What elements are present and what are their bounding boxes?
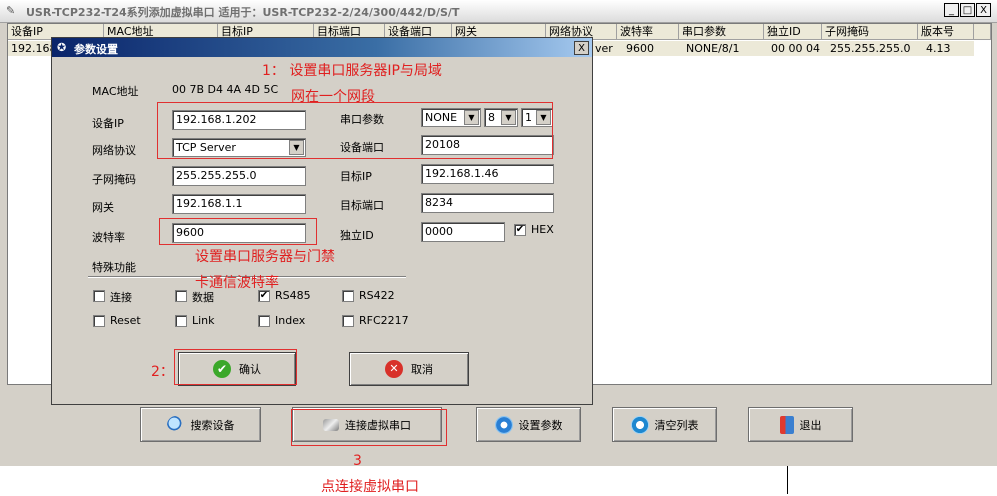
settings-icon: ✪ [57, 41, 67, 54]
rfc2217-checkbox[interactable] [342, 315, 354, 327]
independent-id-label: 独立ID [340, 229, 374, 242]
gateway-label: 网关 [92, 201, 114, 214]
device-ip-label: 设备IP [92, 117, 124, 130]
link-checkbox[interactable] [175, 315, 187, 327]
connect-checkbox-label: 连接 [110, 291, 132, 304]
cancel-circle-icon: ✕ [385, 360, 403, 378]
cancel-label: 取消 [411, 363, 433, 376]
subnet-mask-label: 子网掩码 [92, 173, 136, 186]
search-devices-label: 搜索设备 [190, 418, 235, 432]
annotation-note-1: 1： 设置串口服务器IP与局域 [262, 63, 442, 79]
search-icon [166, 415, 185, 434]
annotation-note-2: 2： [151, 364, 174, 380]
rfc2217-checkbox-label: RFC2217 [359, 314, 409, 327]
column-header-id[interactable]: 独立ID [764, 24, 822, 40]
protocol-label: 网络协议 [92, 144, 136, 157]
column-header-serial[interactable]: 串口参数 [679, 24, 764, 40]
reset-checkbox[interactable] [93, 315, 105, 327]
app-icon: ✎ [6, 4, 16, 17]
annotation-box-connect [291, 409, 447, 446]
annotation-note-baud: 设置串口服务器与门禁 [195, 249, 335, 265]
subnet-mask-field[interactable]: 255.255.255.0 [172, 166, 306, 186]
dialog-close-button[interactable]: X [574, 41, 589, 55]
column-header-baud[interactable]: 波特率 [617, 24, 679, 40]
reset-checkbox-label: Reset [110, 314, 141, 327]
dialog-title: 参数设置 [74, 43, 118, 56]
index-checkbox[interactable] [258, 315, 270, 327]
refresh-icon [630, 415, 649, 434]
divider [787, 466, 788, 494]
annotation-note-baud-cont: 卡通信波特率 [195, 275, 279, 291]
clear-list-button[interactable]: 清空列表 [612, 407, 717, 442]
hex-checkbox[interactable]: ✔ [514, 224, 526, 236]
close-button[interactable]: X [976, 3, 991, 17]
window-title: USR-TCP232-T24系列添加虚拟串口 适用于：USR-TCP232-2/… [26, 6, 460, 19]
title-bar[interactable]: ✎ USR-TCP232-T24系列添加虚拟串口 适用于：USR-TCP232-… [0, 0, 997, 23]
set-parameters-button[interactable]: 设置参数 [476, 407, 581, 442]
cancel-button[interactable]: ✕ 取消 [349, 352, 469, 386]
row-serial: NONE/8/1 [686, 42, 740, 55]
column-header-mask[interactable]: 子网掩码 [822, 24, 918, 40]
row-mask: 255.255.255.0 [830, 42, 911, 55]
search-devices-button[interactable]: 搜索设备 [140, 407, 261, 442]
rs485-checkbox-label: RS485 [275, 289, 311, 302]
annotation-note-1-cont: 网在一个网段 [291, 89, 375, 105]
annotation-note-3: 3 [353, 453, 362, 469]
column-header-version[interactable]: 版本号 [918, 24, 974, 40]
link-checkbox-label: Link [192, 314, 215, 327]
hex-label: HEX [531, 223, 554, 236]
index-checkbox-label: Index [275, 314, 306, 327]
independent-id-field[interactable]: 0000 [421, 222, 505, 242]
mac-value: 00 7B D4 4A 4D 5C [172, 83, 279, 96]
rs422-checkbox-label: RS422 [359, 289, 395, 302]
minimize-button[interactable]: _ [944, 3, 959, 17]
rs422-checkbox[interactable] [342, 290, 354, 302]
connect-checkbox[interactable] [93, 290, 105, 302]
column-header-filler [974, 24, 991, 40]
special-functions-label: 特殊功能 [92, 261, 136, 274]
annotation-box-baud [159, 218, 317, 245]
exit-door-icon [779, 415, 794, 434]
target-port-label: 目标端口 [340, 199, 384, 212]
mac-label: MAC地址 [92, 85, 139, 98]
row-id: 00 00 04 [771, 42, 820, 55]
exit-label: 退出 [799, 418, 822, 432]
target-ip-field[interactable]: 192.168.1.46 [421, 164, 554, 184]
exit-button[interactable]: 退出 [748, 407, 853, 442]
dialog-title-bar[interactable]: ✪ 参数设置 X [52, 38, 592, 57]
clear-list-label: 清空列表 [654, 418, 699, 432]
row-version: 4.13 [926, 42, 951, 55]
baud-rate-label: 波特率 [92, 231, 125, 244]
annotation-note-3-text: 点连接虚拟串口 [321, 479, 419, 495]
row-ip: 192.168 [11, 42, 51, 55]
target-port-field[interactable]: 8234 [421, 193, 554, 213]
annotation-box-confirm [174, 349, 297, 385]
maximize-button[interactable]: □ [960, 3, 975, 17]
row-protocol: ver [595, 42, 613, 55]
set-parameters-label: 设置参数 [518, 418, 563, 432]
annotation-box-network [157, 102, 553, 159]
data-checkbox[interactable] [175, 290, 187, 302]
gateway-field[interactable]: 192.168.1.1 [172, 194, 306, 214]
gear-icon [494, 415, 513, 434]
row-baud: 9600 [626, 42, 654, 55]
target-ip-label: 目标IP [340, 170, 372, 183]
